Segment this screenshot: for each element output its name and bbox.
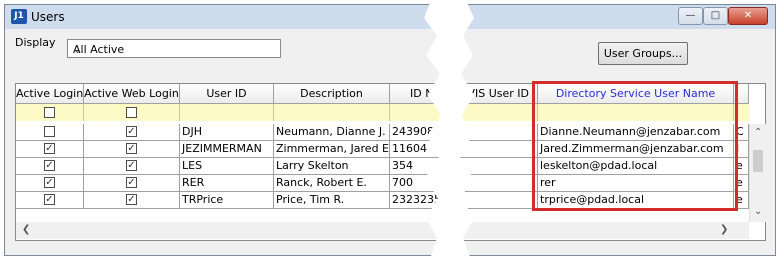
scroll-up-icon[interactable]: ⌃ xyxy=(754,127,762,138)
scroll-down-icon[interactable]: ⌄ xyxy=(754,206,762,217)
cell-active-web-login[interactable]: ✓ xyxy=(84,141,180,158)
filter-row xyxy=(16,104,441,121)
cell-description[interactable]: Ranck, Robert E. xyxy=(274,175,390,192)
cell-evis-user-id[interactable] xyxy=(460,141,538,158)
checkbox[interactable]: ✓ xyxy=(44,143,55,154)
cell-description[interactable]: Larry Skelton xyxy=(274,158,390,175)
cell-evis-user-id[interactable] xyxy=(460,192,538,209)
window-title: Users xyxy=(31,10,65,24)
checkbox[interactable]: ✓ xyxy=(126,177,137,188)
column-header-description[interactable]: Description xyxy=(274,84,390,104)
minimize-icon: — xyxy=(685,10,696,21)
checkbox[interactable] xyxy=(44,126,55,137)
cell-active-login[interactable]: ✓ xyxy=(16,175,84,192)
cell-user-id[interactable]: LES xyxy=(180,158,274,175)
filter-cell-id-no[interactable] xyxy=(390,104,441,121)
filter-cell-active-login xyxy=(16,104,84,121)
chevron-down-icon[interactable]: ⌄ xyxy=(73,43,276,56)
column-header-user-id[interactable]: User ID xyxy=(180,84,274,104)
column-header-active-login[interactable]: Active Login xyxy=(16,84,84,104)
checkbox[interactable]: ✓ xyxy=(126,194,137,205)
checkbox[interactable]: ✓ xyxy=(44,194,55,205)
app-icon: J1 xyxy=(11,9,27,24)
maximize-button[interactable]: □ xyxy=(703,7,728,25)
close-icon: ✕ xyxy=(743,10,753,21)
cell-active-login[interactable]: ✓ xyxy=(16,158,84,175)
column-header-evis-user-id[interactable]: EVIS User ID xyxy=(460,84,538,104)
column-header-active-web-login[interactable]: Active Web Login xyxy=(84,84,180,104)
vertical-scrollbar[interactable]: ⌃ ⌄ xyxy=(749,124,767,222)
cell-active-web-login[interactable]: ✓ xyxy=(84,124,180,141)
scroll-right-icon[interactable]: ❯ xyxy=(720,224,728,235)
cell-id-no[interactable]: 354 xyxy=(390,158,441,175)
cell-active-login[interactable]: ✓ xyxy=(16,192,84,209)
checkbox[interactable]: ✓ xyxy=(126,160,137,171)
cell-id-no[interactable]: 2439086 xyxy=(390,124,441,141)
display-select[interactable]: All Active ⌄ xyxy=(67,39,281,58)
filter-cell-active-web-login xyxy=(84,104,180,121)
cell-active-web-login[interactable]: ✓ xyxy=(84,158,180,175)
cell-id-no[interactable]: 23232355 xyxy=(390,192,441,209)
close-button[interactable]: ✕ xyxy=(728,7,768,25)
filter-cell-description[interactable] xyxy=(274,104,390,121)
checkbox[interactable]: ✓ xyxy=(126,143,137,154)
horizontal-scrollbar[interactable]: ❮ xyxy=(16,222,441,239)
highlight-box xyxy=(532,81,738,211)
checkbox[interactable]: ✓ xyxy=(44,177,55,188)
display-label: Display xyxy=(15,36,56,49)
cell-active-web-login[interactable]: ✓ xyxy=(84,192,180,209)
cell-description[interactable]: Neumann, Dianne J. xyxy=(274,124,390,141)
cell-active-login[interactable]: ✓ xyxy=(16,141,84,158)
screenshot-right-fragment: — □ ✕ User Groups... EVIS User ID Direct… xyxy=(460,0,782,262)
filter-checkbox-active-login[interactable] xyxy=(44,107,55,118)
cell-user-id[interactable]: DJH xyxy=(180,124,274,141)
cell-active-web-login[interactable]: ✓ xyxy=(84,175,180,192)
checkbox[interactable]: ✓ xyxy=(44,160,55,171)
column-header-id-no[interactable]: ID NO xyxy=(390,84,441,104)
filter-cell-evis-user-id[interactable] xyxy=(460,104,538,121)
cell-user-id[interactable]: TRPrice xyxy=(180,192,274,209)
users-window: J1 Users Display All Active ⌄ Active Log… xyxy=(4,4,441,256)
users-grid: Active Login Active Web Login User ID De… xyxy=(15,83,441,241)
title-bar: J1 Users xyxy=(5,5,441,29)
cell-user-id[interactable]: RER xyxy=(180,175,274,192)
checkbox[interactable]: ✓ xyxy=(126,126,137,137)
cell-id-no[interactable]: 11604 xyxy=(390,141,441,158)
minimize-button[interactable]: — xyxy=(678,7,703,25)
cell-evis-user-id[interactable] xyxy=(460,175,538,192)
filter-cell-user-id[interactable] xyxy=(180,104,274,121)
maximize-icon: □ xyxy=(710,10,721,21)
cell-user-id[interactable]: JEZIMMERMAN xyxy=(180,141,274,158)
users-window-right: — □ ✕ User Groups... EVIS User ID Direct… xyxy=(460,4,776,256)
scroll-left-icon[interactable]: ❮ xyxy=(22,224,30,235)
cell-evis-user-id[interactable] xyxy=(460,124,538,141)
cell-description[interactable]: Price, Tim R. xyxy=(274,192,390,209)
horizontal-scrollbar-right[interactable]: ❯ xyxy=(460,222,749,239)
user-groups-button[interactable]: User Groups... xyxy=(598,42,688,65)
filter-checkbox-active-web-login[interactable] xyxy=(126,107,137,118)
screenshot-left-fragment: J1 Users Display All Active ⌄ Active Log… xyxy=(0,0,441,262)
cell-id-no[interactable]: 700 xyxy=(390,175,441,192)
cell-evis-user-id[interactable] xyxy=(460,158,538,175)
cell-description[interactable]: Zimmerman, Jared E. xyxy=(274,141,390,158)
title-bar-right: — □ ✕ xyxy=(460,5,775,29)
cell-active-login[interactable] xyxy=(16,124,84,141)
vertical-scroll-thumb[interactable] xyxy=(753,150,763,172)
